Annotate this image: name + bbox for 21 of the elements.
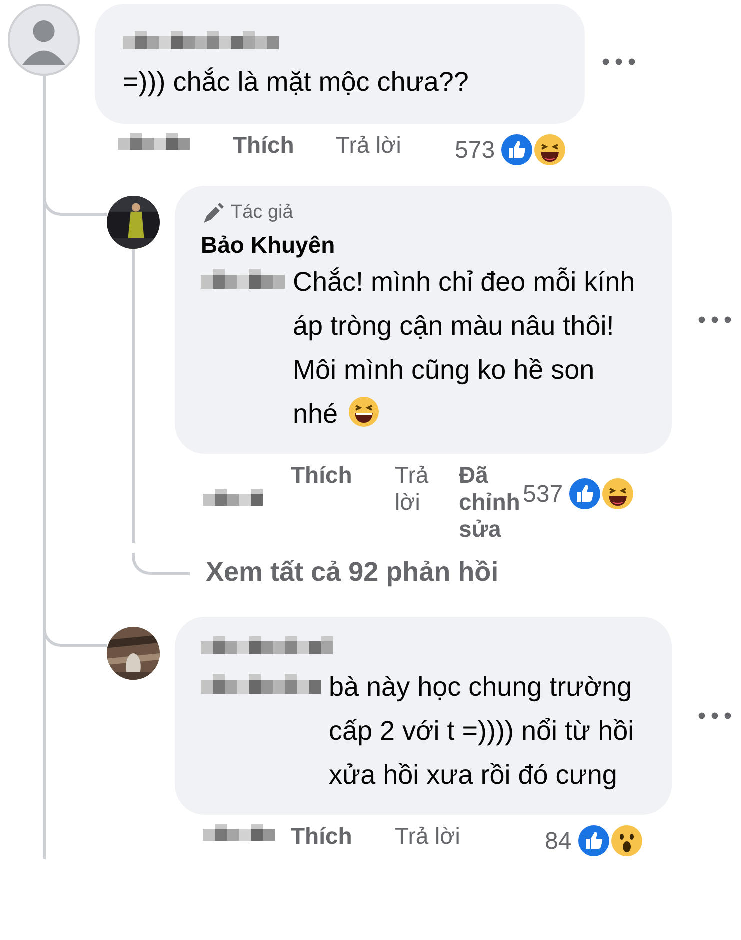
reaction-count[interactable]: 537 xyxy=(523,480,564,508)
view-replies-link[interactable]: Xem tất cả 92 phản hồi xyxy=(206,553,499,591)
like-link[interactable]: Thích xyxy=(291,823,395,850)
more-icon[interactable] xyxy=(698,712,732,720)
comment-text: Chắc! mình chỉ đeo mỗi kính áp tròng cận màu nâu thôi! Môi mình cũng ko hề son nhé xyxy=(293,267,636,429)
author-name[interactable]: Bảo Khuyên xyxy=(201,230,644,260)
comment-text: bà này học chung trường cấp 2 với t =)))) nổi từ hồi xửa hồi xưa rồi đó cưng xyxy=(329,672,634,790)
more-icon[interactable] xyxy=(698,316,732,324)
reaction-count[interactable]: 573 xyxy=(455,136,496,164)
pencil-icon xyxy=(201,201,227,225)
avatar-icon[interactable] xyxy=(8,4,80,76)
reply-link[interactable]: Trả lời xyxy=(336,132,455,159)
edited-label: Đã chỉnh sửa xyxy=(459,462,522,543)
like-link[interactable]: Thích xyxy=(233,132,336,159)
like-link[interactable]: Thích xyxy=(291,462,395,489)
comment-text: =))) chắc là mặt mộc chưa?? xyxy=(123,67,469,97)
reaction-count[interactable]: 84 xyxy=(545,828,572,854)
author-label: Tác giả xyxy=(231,201,294,225)
reply-link[interactable]: Trả lời xyxy=(395,823,545,850)
more-icon[interactable] xyxy=(602,58,636,66)
connector-line xyxy=(132,553,190,575)
